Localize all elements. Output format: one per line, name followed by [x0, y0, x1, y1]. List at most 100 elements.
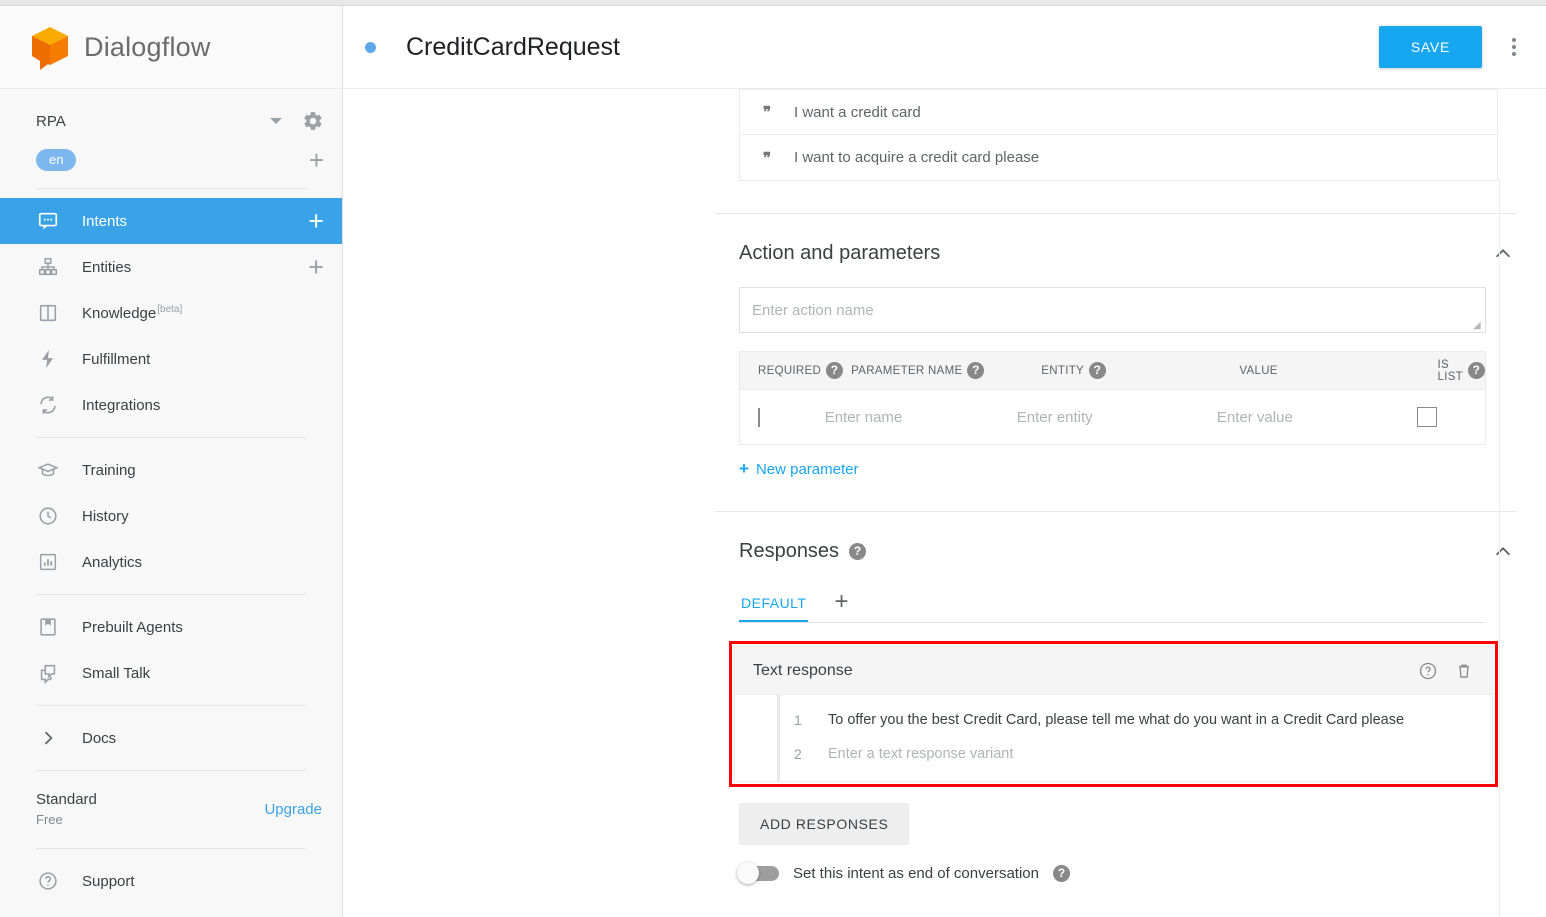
book-icon [36, 301, 60, 325]
divider [36, 848, 306, 849]
main-panel: CreditCardRequest SAVE ❞ I want a credit… [343, 6, 1546, 917]
sidebar-item-docs[interactable]: Docs [0, 715, 342, 761]
beta-badge: [beta] [157, 304, 183, 315]
help-icon[interactable]: ? [826, 362, 844, 379]
help-circle-icon [36, 869, 60, 893]
add-response-tab-button[interactable]: + [834, 588, 848, 622]
help-icon[interactable]: ? [1089, 362, 1106, 379]
end-of-conversation-row: Set this intent as end of conversation ? [737, 862, 1546, 884]
save-button[interactable]: SAVE [1378, 26, 1482, 68]
sidebar-item-label: Entities [82, 258, 132, 276]
sidebar-item-knowledge[interactable]: Knowledge[beta] [0, 290, 342, 336]
gear-icon[interactable] [302, 110, 324, 132]
agents-book-icon [36, 615, 60, 639]
column-header-required: REQUIRED [758, 364, 822, 377]
sidebar-item-integrations[interactable]: Integrations [0, 382, 342, 428]
agent-selector[interactable]: RPA [0, 101, 342, 141]
parameters-table-header: REQUIRED ? PARAMETER NAME ? ENTITY ? VAL… [740, 352, 1485, 390]
sidebar-item-prebuilt-agents[interactable]: Prebuilt Agents [0, 604, 342, 650]
action-parameters-header: Action and parameters [343, 214, 1546, 265]
value-input[interactable]: Enter value [1217, 409, 1417, 426]
training-phrase-row[interactable]: ❞ I want a credit card [740, 89, 1497, 135]
help-icon[interactable]: ? [849, 543, 867, 560]
sidebar-item-account[interactable]: Account [0, 904, 342, 917]
parameter-name-input[interactable]: Enter name [817, 409, 1017, 426]
end-of-conversation-label: Set this intent as end of conversation [793, 865, 1039, 882]
help-icon[interactable]: ? [1468, 362, 1485, 379]
sidebar-item-label: Prebuilt Agents [82, 618, 183, 636]
plan-tier: Free [36, 812, 63, 827]
response-tabs: DEFAULT + [739, 585, 1486, 623]
language-row: en + [0, 141, 342, 179]
resize-grip-icon[interactable]: ◢ [1473, 320, 1483, 331]
sidebar-item-label: Knowledge [82, 305, 157, 322]
help-icon[interactable]: ? [967, 362, 985, 379]
kebab-menu-icon[interactable] [1500, 38, 1528, 56]
sidebar-item-label: Docs [82, 729, 117, 747]
list-item[interactable]: 1 To offer you the best Credit Card, ple… [780, 703, 1492, 737]
sidebar-item-label: Small Talk [82, 664, 151, 682]
column-header-entity: ENTITY [1041, 364, 1084, 377]
help-icon[interactable]: ? [1052, 865, 1070, 882]
dialogflow-cube-logo [30, 25, 70, 70]
content-right-rule [1499, 178, 1500, 917]
bar-chart-icon [36, 550, 60, 574]
new-parameter-label: New parameter [755, 460, 859, 478]
add-entity-button[interactable]: + [308, 254, 324, 281]
sidebar-item-intents[interactable]: Intents + [0, 198, 342, 244]
chat-bubble-icon [36, 209, 60, 233]
tab-default[interactable]: DEFAULT [739, 595, 809, 622]
new-parameter-button[interactable]: + New parameter [739, 459, 858, 479]
quote-icon: ❞ [762, 104, 772, 121]
divider [36, 188, 306, 189]
help-circle-icon[interactable] [1418, 661, 1438, 681]
chevron-up-icon[interactable] [1492, 243, 1514, 265]
brand-header[interactable]: Dialogflow [0, 6, 342, 89]
upgrade-link[interactable]: Upgrade [264, 789, 322, 818]
divider [36, 437, 306, 438]
list-item[interactable]: 2 Enter a text response variant [780, 737, 1492, 771]
sidebar-item-analytics[interactable]: Analytics [0, 539, 342, 585]
sidebar-item-label: Fulfillment [82, 350, 151, 368]
training-phrase-row[interactable]: ❞ I want to acquire a credit card please [740, 135, 1497, 181]
responses-header: Responses ? [343, 512, 1546, 563]
training-phrases-list: ❞ I want a credit card ❞ I want to acqui… [739, 89, 1498, 181]
chevron-up-icon[interactable] [1492, 541, 1514, 563]
divider [36, 705, 306, 706]
trash-icon[interactable] [1454, 661, 1474, 681]
training-phrase-text: I want to acquire a credit card please [794, 149, 1040, 166]
plan-row: Standard Free Upgrade [0, 780, 342, 839]
intent-content: ❞ I want a credit card ❞ I want to acqui… [343, 89, 1546, 917]
add-language-button[interactable]: + [309, 147, 324, 173]
table-row: Enter name Enter entity Enter value [740, 390, 1485, 444]
action-name-input[interactable]: Enter action name ◢ [739, 287, 1486, 333]
sidebar-item-history[interactable]: History [0, 493, 342, 539]
chevron-down-icon[interactable] [270, 118, 282, 124]
sidebar-item-fulfillment[interactable]: Fulfillment [0, 336, 342, 382]
required-checkbox[interactable] [758, 407, 760, 427]
language-chip[interactable]: en [36, 149, 77, 171]
text-response-card-header: Text response [735, 647, 1492, 695]
graduation-cap-icon [36, 458, 60, 482]
sidebar-item-training[interactable]: Training [0, 447, 342, 493]
end-of-conversation-toggle[interactable] [737, 862, 779, 884]
add-responses-button[interactable]: ADD RESPONSES [739, 803, 910, 845]
training-phrase-text: I want a credit card [794, 103, 921, 121]
add-intent-button[interactable]: + [308, 208, 324, 235]
sidebar-item-entities[interactable]: Entities + [0, 244, 342, 290]
page-title: CreditCardRequest [406, 32, 620, 61]
sidebar-item-support[interactable]: Support [0, 858, 342, 904]
is-list-checkbox[interactable] [1417, 407, 1438, 427]
agent-name: RPA [36, 112, 66, 130]
text-response-highlight: Text response 1 To offer you the best Cr… [729, 641, 1498, 787]
intent-header: CreditCardRequest SAVE [343, 6, 1546, 89]
chevron-right-icon [36, 726, 60, 750]
sidebar-item-label: Training [82, 461, 136, 479]
divider [36, 594, 306, 595]
variant-number: 2 [794, 746, 802, 762]
text-response-title: Text response [753, 661, 853, 679]
toggle-knob [737, 862, 759, 884]
entity-input[interactable]: Enter entity [1017, 409, 1217, 426]
quote-icon: ❞ [762, 149, 772, 167]
sidebar-item-small-talk[interactable]: Small Talk [0, 650, 342, 696]
